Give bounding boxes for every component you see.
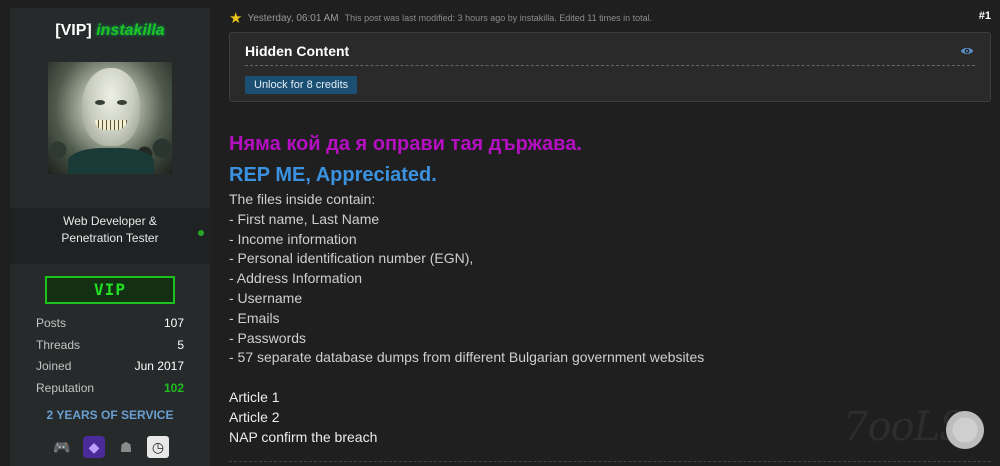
body-line: - Emails xyxy=(229,309,280,326)
stat-value[interactable]: 107 xyxy=(164,316,184,338)
hidden-content-title: Hidden Content xyxy=(245,43,975,66)
nap-breach-link[interactable]: NAP confirm the breach xyxy=(229,428,929,448)
forum-post-page: [VIP] instakilla Web Developer & Penetra… xyxy=(0,0,1000,466)
article-link-2[interactable]: Article 2 xyxy=(229,408,929,428)
body-line: The files inside contain: xyxy=(229,191,376,207)
stat-posts: Posts 107 xyxy=(36,316,184,338)
helmet-icon[interactable]: ☗ xyxy=(115,436,137,458)
stat-reputation: Reputation 102 xyxy=(36,381,184,403)
avatar-robe xyxy=(68,148,154,174)
article-link-1[interactable]: Article 1 xyxy=(229,388,929,408)
stat-label: Joined xyxy=(36,359,72,373)
unlock-button[interactable]: Unlock for 8 credits xyxy=(245,76,358,94)
username-text[interactable]: instakilla xyxy=(96,22,164,39)
avatar-eye-left xyxy=(95,100,105,105)
stat-threads: Threads 5 xyxy=(36,338,184,360)
avatar[interactable] xyxy=(48,62,172,174)
post-date[interactable]: Yesterday, 06:01 AM xyxy=(247,13,338,24)
avatar-eye-right xyxy=(117,100,127,105)
controller-icon[interactable]: 🎮 xyxy=(51,436,73,458)
vip-badge: VIP xyxy=(45,276,175,304)
online-status-indicator xyxy=(198,230,204,236)
body-line: - First name, Last Name xyxy=(229,210,380,227)
headline-rep-me: REP ME, Appreciated. xyxy=(229,164,437,186)
awards-row: 🎮 ◆ ☗ ◷ xyxy=(10,436,210,458)
star-icon: ★ xyxy=(229,9,243,27)
stat-label: Threads xyxy=(36,337,81,352)
hidden-content-box: Hidden Content Unlock for 8 credits xyxy=(229,32,991,102)
years-of-service: 2 YEARS OF SERVICE xyxy=(46,408,174,422)
vip-tag: [VIP] xyxy=(55,22,92,39)
username[interactable]: [VIP] instakilla xyxy=(10,22,210,40)
user-header: [VIP] instakilla xyxy=(10,8,210,208)
post-meta: ★ Yesterday, 06:01 AM This post was last… xyxy=(229,10,991,26)
stat-joined: Joined Jun 2017 xyxy=(36,359,184,381)
purple-badge-icon[interactable]: ◆ xyxy=(83,436,105,458)
avatar-face xyxy=(82,68,140,146)
user-title-line1: Web Developer & xyxy=(63,214,157,228)
stat-value[interactable]: 102 xyxy=(164,381,184,403)
body-line: - 57 separate database dumps from differ… xyxy=(229,349,705,366)
post-number[interactable]: #1 xyxy=(979,10,991,22)
avatar-mouth xyxy=(95,120,127,130)
user-sidebar: [VIP] instakilla Web Developer & Penetra… xyxy=(10,8,210,466)
post-body: Няма кой да я оправи тая държава. REP ME… xyxy=(229,130,929,447)
stat-value[interactable]: 5 xyxy=(177,338,184,360)
stat-value: Jun 2017 xyxy=(134,359,184,373)
headline-bulgarian: Няма кой да я оправи тая държава. xyxy=(229,133,582,155)
body-line: - Address Information xyxy=(229,270,363,287)
clock-icon[interactable]: ◷ xyxy=(147,436,169,458)
site-watermark: 7ooLS xyxy=(843,404,993,464)
user-stats: Posts 107 Threads 5 Joined Jun 2017 Repu… xyxy=(10,304,210,402)
user-title-line2: Penetration Tester xyxy=(61,231,159,245)
body-line: - Income information xyxy=(229,230,357,247)
body-line: - Username xyxy=(229,289,303,306)
body-line: - Passwords xyxy=(229,329,307,346)
eye-icon[interactable] xyxy=(960,44,974,58)
post-modified-note: This post was last modified: 3 hours ago… xyxy=(344,13,653,23)
body-line: - Personal identification number (EGN), xyxy=(229,250,474,267)
user-title: Web Developer & Penetration Tester xyxy=(10,208,210,264)
watermark-splat xyxy=(943,408,987,452)
stat-label: Reputation xyxy=(36,380,95,395)
stat-label: Posts xyxy=(36,316,67,330)
